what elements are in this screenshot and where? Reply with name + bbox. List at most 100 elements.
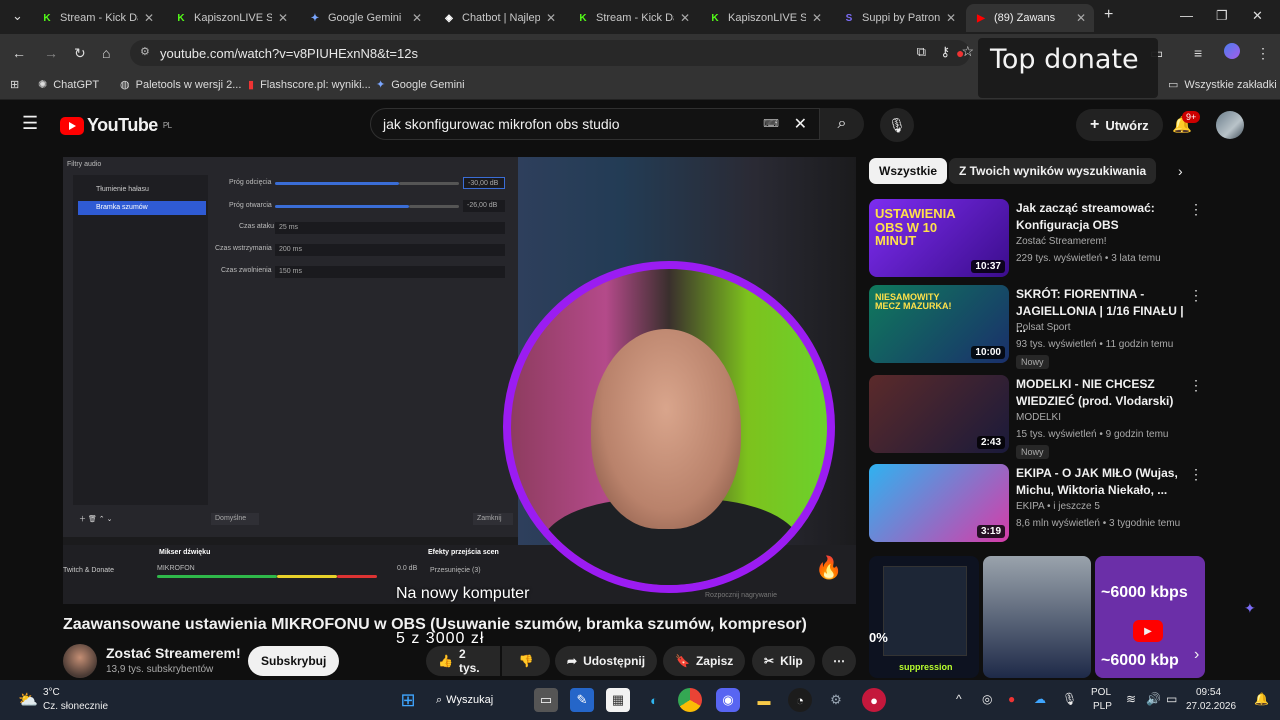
bookmark-gemini[interactable]: ✦ Google Gemini (376, 78, 465, 92)
forward-icon[interactable]: → (44, 45, 58, 61)
browser-tab[interactable]: K KapiszonLIVE Str ✕ (166, 4, 296, 32)
browser-tab[interactable]: K KapiszonLIVE Str ✕ (700, 4, 830, 32)
recommended-video[interactable]: 3:19 EKIPA - O JAK MIŁO (Wujas, Michu, Wi… (869, 464, 1203, 544)
tray-mic-icon[interactable]: 🎙 (1062, 692, 1077, 706)
recommended-channel[interactable]: Zostać Streamerem! (1016, 236, 1107, 247)
browser-tab[interactable]: ◈ Chatbot | Najlep ✕ (434, 4, 564, 32)
clear-search-icon[interactable]: ✕ (794, 114, 807, 134)
site-info-icon[interactable]: ⚙ (140, 45, 150, 58)
install-icon[interactable]: ⧉ (917, 44, 926, 60)
minimize-icon[interactable]: — (1180, 8, 1193, 23)
tray-chevron-icon[interactable]: ^ (956, 692, 962, 706)
recommended-channel[interactable]: EKIPA • i jeszcze 5 (1016, 501, 1100, 512)
share-button[interactable]: ➦ Udostępnij (555, 646, 658, 676)
notification-center-icon[interactable]: 🔔 (1254, 692, 1269, 706)
subscribe-button[interactable]: Subskrybuj (248, 646, 340, 676)
recommended-title[interactable]: EKIPA - O JAK MIŁO (Wujas, Michu, Wiktor… (1016, 465, 1184, 499)
shelf-item[interactable]: 0% suppression (869, 556, 979, 678)
like-button[interactable]: 👍 2 tys. (426, 646, 500, 676)
discord-icon[interactable]: ◉ (716, 688, 740, 712)
save-button[interactable]: 🔖 Zapisz (663, 646, 746, 676)
close-tab-icon[interactable]: ✕ (1076, 11, 1086, 25)
new-tab-icon[interactable]: + (1104, 6, 1113, 24)
reload-icon[interactable]: ↻ (74, 45, 86, 62)
search-button[interactable]: ⌕ (820, 108, 864, 140)
tab-search-icon[interactable]: ⌄ (12, 8, 23, 24)
back-icon[interactable]: ← (12, 45, 26, 61)
channel-avatar[interactable] (63, 644, 97, 678)
wifi-icon[interactable]: ≋ (1126, 692, 1136, 706)
task-view-icon[interactable]: ▭ (534, 688, 558, 712)
language-indicator[interactable]: POL (1091, 687, 1111, 698)
clock-time[interactable]: 09:54 (1196, 687, 1221, 698)
extension-icon[interactable]: ● (956, 45, 964, 61)
shelf-next-icon[interactable]: › (1194, 646, 1199, 664)
close-window-icon[interactable]: ✕ (1252, 8, 1263, 24)
profile-avatar[interactable] (1224, 43, 1240, 59)
taskbar-search[interactable]: ⌕ Wyszukaj (436, 688, 516, 712)
weather-icon[interactable]: ⛅ (18, 690, 38, 710)
all-bookmarks[interactable]: ▭ Wszystkie zakładki (1168, 78, 1277, 92)
password-key-icon[interactable]: ⚷ (940, 44, 950, 60)
home-icon[interactable]: ⌂ (102, 45, 110, 61)
browser-menu-icon[interactable]: ⋮ (1256, 45, 1270, 62)
more-vertical-icon[interactable]: ⋮ (1189, 466, 1203, 483)
store-icon[interactable]: ▦ (606, 688, 630, 712)
recommended-title[interactable]: Jak zacząć streamować: Konfiguracja OBS (1016, 200, 1184, 234)
chip-from-search[interactable]: Z Twoich wyników wyszukiwania (949, 158, 1157, 184)
video-thumbnail[interactable]: 2:43 (869, 375, 1009, 453)
shelf-item[interactable]: ~6000 kbps ▶ ~6000 kbp (1095, 556, 1205, 678)
keyboard-icon[interactable]: ⌨ (763, 117, 779, 130)
maximize-icon[interactable]: ❐ (1216, 8, 1228, 24)
close-tab-icon[interactable]: ✕ (144, 11, 154, 25)
search-input[interactable]: jak skonfigurowac mikrofon obs studio ⌨ … (370, 108, 820, 140)
close-tab-icon[interactable]: ✕ (680, 11, 690, 25)
shelf-item[interactable] (983, 556, 1091, 678)
recommended-video[interactable]: USTAWIENIA OBS W 10 MINUT 10:37 Jak zacząć… (869, 199, 1203, 279)
onedrive-icon[interactable]: ☁ (1034, 692, 1046, 706)
chip-next-icon[interactable]: › (1178, 163, 1183, 179)
close-tab-icon[interactable]: ✕ (278, 11, 288, 25)
bookmark-flashscore[interactable]: ▮ Flashscore.pl: wyniki... (248, 78, 371, 92)
more-actions-button[interactable]: ⋯ (822, 646, 856, 676)
more-vertical-icon[interactable]: ⋮ (1189, 287, 1203, 304)
browser-tab[interactable]: K Stream - Kick Da ✕ (568, 4, 698, 32)
app-red-icon[interactable]: ● (862, 688, 886, 712)
recommended-video[interactable]: NIESAMOWITY MECZ MAZURKA! 10:00 SKRÓT: FIO… (869, 285, 1203, 369)
tray-app-icon[interactable]: ● (1008, 692, 1015, 706)
file-explorer-icon[interactable]: ▬ (752, 688, 776, 712)
recommended-channel[interactable]: Polsat Sport (1016, 322, 1070, 333)
youtube-logo[interactable]: YouTube PL (60, 115, 172, 136)
video-thumbnail[interactable]: USTAWIENIA OBS W 10 MINUT 10:37 (869, 199, 1009, 277)
apps-icon[interactable]: ⊞ (10, 78, 19, 91)
obs-icon[interactable]: ◔ (788, 688, 812, 712)
battery-icon[interactable]: ▭ (1166, 692, 1177, 706)
recommended-channel[interactable]: MODELKI (1016, 412, 1061, 423)
account-avatar[interactable] (1216, 111, 1244, 139)
address-bar[interactable]: ⚙ youtube.com/watch?v=v8PIUHExnN8&t=12s … (130, 40, 974, 66)
close-tab-icon[interactable]: ✕ (812, 11, 822, 25)
settings-gear-icon[interactable]: ⚙ (824, 688, 848, 712)
app-icon[interactable]: ✎ (570, 688, 594, 712)
close-tab-icon[interactable]: ✕ (412, 11, 422, 25)
close-tab-icon[interactable]: ✕ (546, 11, 556, 25)
menu-hamburger-icon[interactable]: ☰ (22, 113, 38, 134)
video-thumbnail[interactable]: 3:19 (869, 464, 1009, 542)
more-vertical-icon[interactable]: ⋮ (1189, 377, 1203, 394)
clip-button[interactable]: ✂ Klip (752, 646, 815, 676)
windows-start-icon[interactable]: ⊞ (396, 688, 420, 712)
browser-tab[interactable]: ✦ Google Gemini ✕ (300, 4, 430, 32)
volume-icon[interactable]: 🔊 (1146, 692, 1161, 706)
bookmark-paletools[interactable]: ◍ Paletools w wersji 2... (120, 78, 241, 92)
video-thumbnail[interactable]: NIESAMOWITY MECZ MAZURKA! 10:00 (869, 285, 1009, 363)
create-button[interactable]: + Utwórz (1076, 109, 1163, 141)
browser-tab[interactable]: S Suppi by Patron ✕ (834, 4, 964, 32)
dislike-button[interactable]: 👎 (502, 646, 550, 676)
voice-search-button[interactable]: 🎙 (880, 108, 914, 142)
chip-all[interactable]: Wszystkie (869, 158, 948, 184)
edge-icon[interactable]: ◐ (642, 688, 666, 712)
tab-list-icon[interactable]: ≡ (1194, 45, 1202, 61)
browser-tab[interactable]: K Stream - Kick Da ✕ (32, 4, 162, 32)
browser-tab[interactable]: ▶ (89) Zawans ✕ (966, 4, 1094, 32)
close-tab-icon[interactable]: ✕ (946, 11, 956, 25)
